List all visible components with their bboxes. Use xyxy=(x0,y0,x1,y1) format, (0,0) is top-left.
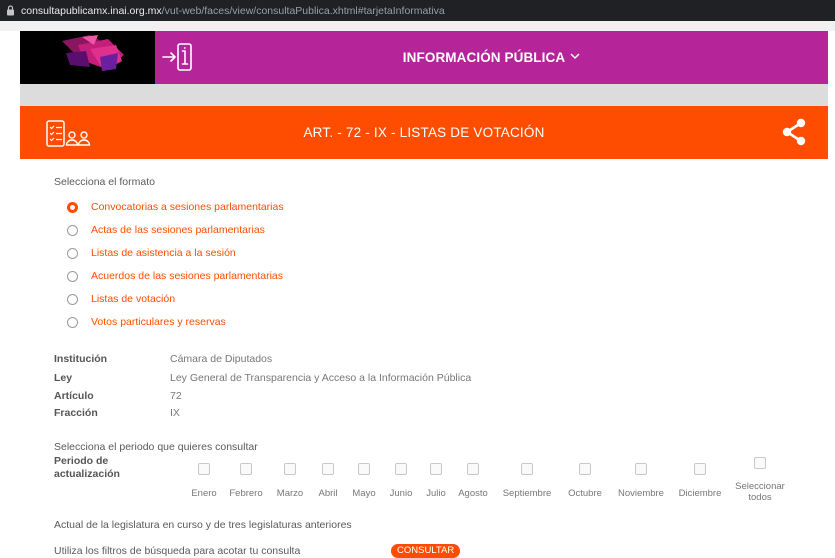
top-nav-bar: INFORMACIÓN PÚBLICA xyxy=(155,31,828,84)
month-checkbox[interactable] xyxy=(579,463,591,475)
fraccion-value: IX xyxy=(170,407,180,419)
informacion-publica-label: INFORMACIÓN PÚBLICA xyxy=(402,50,566,65)
month-checkbox[interactable] xyxy=(467,463,479,475)
select-all-label: Seleccionar todos xyxy=(735,481,785,503)
format-option-label[interactable]: Acuerdos de las sesiones parlamentarias xyxy=(91,270,283,282)
ley-value: Ley General de Transparencia y Acceso a … xyxy=(170,372,472,384)
radio-button[interactable] xyxy=(67,201,78,213)
filters-note: Utiliza los filtros de búsqueda para aco… xyxy=(54,545,301,557)
top-spacer xyxy=(0,21,835,31)
month-checkbox[interactable] xyxy=(240,463,252,475)
periodo-actualizacion-label: Periodo de actualización xyxy=(54,455,120,480)
format-option-label[interactable]: Actas de las sesiones parlamentarias xyxy=(91,224,265,236)
institucion-label: Institución xyxy=(54,353,108,365)
format-option-label[interactable]: Convocatorias a sesiones parlamentarias xyxy=(91,201,284,213)
month-label: Junio xyxy=(389,488,413,499)
month-checkbox[interactable] xyxy=(694,463,706,475)
select-all-checkbox[interactable] xyxy=(754,457,766,469)
format-option[interactable]: Acuerdos de las sesiones parlamentarias xyxy=(67,268,283,284)
breadcrumb-bar xyxy=(20,84,828,106)
month-checkbox[interactable] xyxy=(284,463,296,475)
format-option-label[interactable]: Listas de asistencia a la sesión xyxy=(91,247,236,259)
month-label: Noviembre xyxy=(618,488,664,499)
radio-button[interactable] xyxy=(67,224,78,236)
month-checkbox[interactable] xyxy=(198,463,210,475)
browser-url-bar[interactable]: consultapublicamx.inai.org.mx/vut-web/fa… xyxy=(0,0,835,21)
ley-label: Ley xyxy=(54,372,73,384)
month-checkbox[interactable] xyxy=(430,463,442,475)
chevron-down-icon xyxy=(570,53,580,60)
url-host: consultapublicamx.inai.org.mx xyxy=(21,4,162,17)
format-option[interactable]: Actas de las sesiones parlamentarias xyxy=(67,222,265,238)
url-path: /vut-web/faces/view/consultaPublica.xhtm… xyxy=(161,4,445,17)
consultar-button[interactable]: CONSULTAR xyxy=(391,544,461,558)
format-option[interactable]: Convocatorias a sesiones parlamentarias xyxy=(67,199,284,215)
share-icon[interactable] xyxy=(782,118,806,146)
legislature-note: Actual de la legislatura en curso y de t… xyxy=(54,519,352,531)
abstract-art-image xyxy=(20,31,155,84)
informacion-publica-menu[interactable]: INFORMACIÓN PÚBLICA xyxy=(155,50,828,65)
month-checkbox[interactable] xyxy=(322,463,334,475)
month-label: Enero xyxy=(191,488,217,499)
month-label: Abril xyxy=(318,488,338,499)
radio-button[interactable] xyxy=(67,293,78,305)
format-option[interactable]: Votos particulares y reservas xyxy=(67,314,226,330)
format-prompt: Selecciona el formato xyxy=(54,176,155,188)
month-checkbox[interactable] xyxy=(358,463,370,475)
format-option-label[interactable]: Votos particulares y reservas xyxy=(91,316,226,328)
month-label: Julio xyxy=(426,488,446,499)
month-checkbox[interactable] xyxy=(521,463,533,475)
format-option[interactable]: Listas de votación xyxy=(67,291,175,307)
month-label: Marzo xyxy=(276,488,304,499)
period-prompt: Selecciona el periodo que quieres consul… xyxy=(54,441,258,453)
month-label: Septiembre xyxy=(502,488,552,499)
institucion-value: Cámara de Diputados xyxy=(170,353,273,365)
lock-icon xyxy=(7,5,14,16)
section-header: ART. - 72 - IX - LISTAS DE VOTACIÓN xyxy=(20,106,828,159)
month-label: Agosto xyxy=(458,488,488,499)
format-option-label[interactable]: Listas de votación xyxy=(91,293,175,305)
month-checkbox[interactable] xyxy=(635,463,647,475)
articulo-label: Artículo xyxy=(54,390,94,402)
month-label: Mayo xyxy=(352,488,376,499)
month-checkbox[interactable] xyxy=(395,463,407,475)
month-label: Febrero xyxy=(229,488,263,499)
radio-button[interactable] xyxy=(67,316,78,328)
month-label: Diciembre xyxy=(678,488,722,499)
format-option[interactable]: Listas de asistencia a la sesión xyxy=(67,245,236,261)
radio-button[interactable] xyxy=(67,247,78,259)
fraccion-label: Fracción xyxy=(54,407,98,419)
month-label: Octubre xyxy=(568,488,602,499)
hero-image xyxy=(20,31,155,84)
articulo-value: 72 xyxy=(170,390,182,402)
radio-button[interactable] xyxy=(67,270,78,282)
section-title: ART. - 72 - IX - LISTAS DE VOTACIÓN xyxy=(303,125,545,140)
